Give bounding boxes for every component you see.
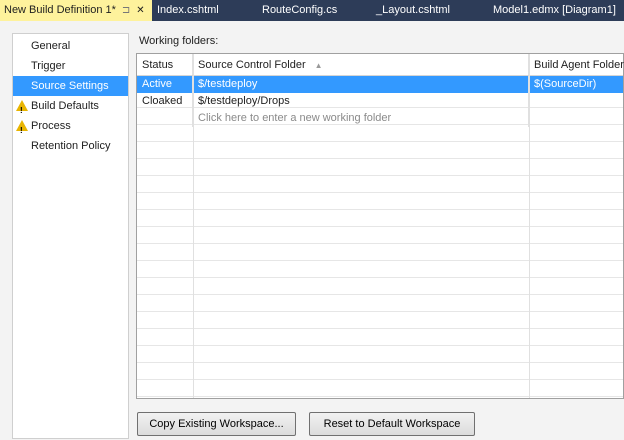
column-divider xyxy=(529,54,530,398)
nav-label: General xyxy=(31,40,71,52)
new-working-folder-hint[interactable]: Click here to enter a new working folder xyxy=(193,110,529,127)
warning-icon xyxy=(16,120,28,141)
nav-source-settings[interactable]: Source Settings xyxy=(13,76,128,96)
sort-ascending-icon: ▲ xyxy=(314,61,323,70)
grid-header: Status Source Control Folder ▲ Build Age… xyxy=(137,54,624,76)
working-folders-grid: Status Source Control Folder ▲ Build Age… xyxy=(136,53,624,399)
tab-layout[interactable]: _Layout.cshtml xyxy=(376,0,450,21)
tab-new-build-definition[interactable]: New Build Definition 1* ⊐ ✕ xyxy=(0,0,152,21)
nav-process[interactable]: Process xyxy=(13,116,128,141)
nav-label: Trigger xyxy=(31,60,66,72)
column-header-status[interactable]: Status xyxy=(137,54,193,75)
nav-label: Retention Policy xyxy=(31,140,111,152)
agent-folder-cell[interactable] xyxy=(529,93,623,110)
settings-nav: General Trigger Source Settings Build De… xyxy=(12,33,129,439)
tab-label: New Build Definition 1* xyxy=(4,4,116,16)
status-cell[interactable]: Active xyxy=(137,76,193,93)
copy-existing-workspace-button[interactable]: Copy Existing Workspace... xyxy=(137,412,296,436)
agent-folder-cell[interactable] xyxy=(529,110,623,127)
warning-icon xyxy=(16,100,28,121)
source-folder-cell[interactable]: $/testdeploy/Drops xyxy=(193,93,529,110)
column-header-build-agent-folder[interactable]: Build Agent Folder xyxy=(529,54,624,75)
status-cell[interactable] xyxy=(137,110,193,127)
column-divider xyxy=(193,54,194,398)
nav-general[interactable]: General xyxy=(13,36,128,56)
agent-folder-cell[interactable]: $(SourceDir) xyxy=(529,76,623,93)
nav-label: Build Defaults xyxy=(31,100,99,112)
column-label: Source Control Folder xyxy=(198,59,306,71)
nav-label: Process xyxy=(31,120,71,132)
reset-to-default-workspace-button[interactable]: Reset to Default Workspace xyxy=(309,412,475,436)
tab-routeconfig[interactable]: RouteConfig.cs xyxy=(262,0,337,21)
source-folder-cell[interactable]: $/testdeploy xyxy=(193,76,529,93)
nav-label: Source Settings xyxy=(31,80,109,92)
nav-trigger[interactable]: Trigger xyxy=(13,56,128,76)
pin-icon[interactable]: ⊐ xyxy=(122,0,130,21)
tab-index-cshtml[interactable]: Index.cshtml xyxy=(157,0,219,21)
nav-build-defaults[interactable]: Build Defaults xyxy=(13,96,128,121)
nav-retention-policy[interactable]: Retention Policy xyxy=(13,136,128,156)
table-row[interactable]: Cloaked $/testdeploy/Drops xyxy=(137,93,623,110)
working-folders-label: Working folders: xyxy=(139,35,219,47)
table-row[interactable]: Active $/testdeploy $(SourceDir) xyxy=(137,76,623,93)
column-header-source-control-folder[interactable]: Source Control Folder ▲ xyxy=(193,54,529,75)
document-tab-bar: New Build Definition 1* ⊐ ✕ Index.cshtml… xyxy=(0,0,624,21)
status-cell[interactable]: Cloaked xyxy=(137,93,193,110)
new-row[interactable]: Click here to enter a new working folder xyxy=(137,110,623,127)
tab-model1-edmx[interactable]: Model1.edmx [Diagram1] xyxy=(493,0,616,21)
close-icon[interactable]: ✕ xyxy=(136,0,144,21)
